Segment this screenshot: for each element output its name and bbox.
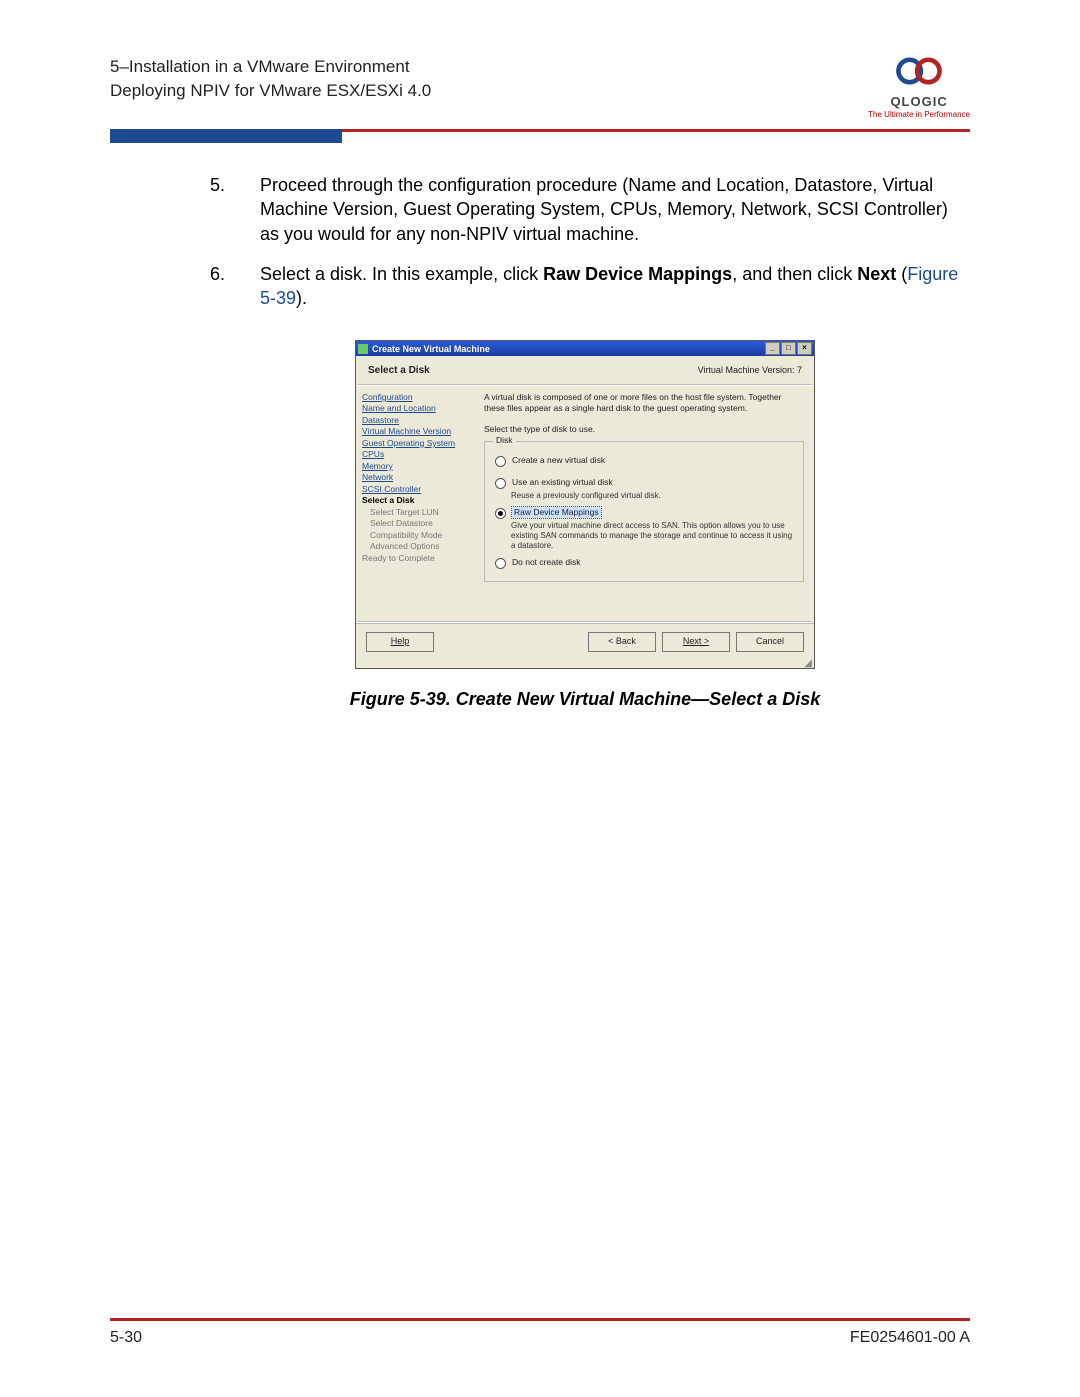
resize-grip-icon[interactable]: ◢	[356, 660, 814, 668]
step-5-text: Proceed through the configuration proced…	[260, 173, 960, 246]
nav-vm-version[interactable]: Virtual Machine Version	[362, 426, 474, 437]
figure-caption: Figure 5-39. Create New Virtual Machine—…	[210, 687, 960, 711]
nav-select-datastore: Select Datastore	[362, 518, 474, 529]
option-use-existing-label: Use an existing virtual disk	[512, 477, 613, 488]
nav-memory[interactable]: Memory	[362, 461, 474, 472]
header-line-1: 5–Installation in a VMware Environment	[110, 55, 431, 79]
radio-icon[interactable]	[495, 478, 506, 489]
option-no-disk[interactable]: Do not create disk	[495, 557, 793, 569]
logo: QLOGIC The Ultimate in Performance	[868, 55, 970, 119]
step-6-post1: (	[896, 264, 907, 284]
nav-datastore[interactable]: Datastore	[362, 415, 474, 426]
window-icon	[358, 344, 368, 354]
option-create-new[interactable]: Create a new virtual disk	[495, 455, 793, 467]
step-6-text: Select a disk. In this example, click Ra…	[260, 262, 960, 311]
radio-icon[interactable]	[495, 508, 506, 519]
wizard-nav: Configuration Name and Location Datastor…	[356, 386, 480, 621]
option-rdm-label: Raw Device Mappings	[512, 507, 601, 518]
nav-compat-mode: Compatibility Mode	[362, 530, 474, 541]
step-6-post2: ).	[296, 288, 307, 308]
page-header: 5–Installation in a VMware Environment D…	[110, 55, 431, 103]
step-6-mid: , and then click	[732, 264, 857, 284]
wizard-step-title: Select a Disk	[368, 364, 430, 378]
group-title: Disk	[493, 435, 516, 446]
panel-description: A virtual disk is composed of one or mor…	[484, 392, 804, 414]
window-titlebar[interactable]: Create New Virtual Machine _ □ ×	[356, 341, 814, 356]
nav-cpus[interactable]: CPUs	[362, 449, 474, 460]
logo-tagline: The Ultimate in Performance	[868, 110, 970, 119]
option-rdm[interactable]: Raw Device Mappings	[495, 507, 793, 519]
logo-name: QLOGIC	[868, 94, 970, 109]
cancel-button[interactable]: Cancel	[736, 632, 804, 652]
help-button[interactable]: Help	[366, 632, 434, 652]
option-use-existing[interactable]: Use an existing virtual disk	[495, 477, 793, 489]
option-rdm-sub: Give your virtual machine direct access …	[511, 521, 793, 551]
step-6-bold2: Next	[857, 264, 896, 284]
option-no-disk-label: Do not create disk	[512, 557, 581, 568]
nav-scsi[interactable]: SCSI Controller	[362, 484, 474, 495]
nav-select-disk[interactable]: Select a Disk	[362, 495, 414, 505]
nav-network[interactable]: Network	[362, 472, 474, 483]
close-button[interactable]: ×	[797, 342, 812, 355]
maximize-button[interactable]: □	[781, 342, 796, 355]
nav-configuration[interactable]: Configuration	[362, 392, 474, 403]
window-title: Create New Virtual Machine	[372, 343, 490, 355]
step-5-number: 5.	[210, 173, 260, 246]
header-line-2: Deploying NPIV for VMware ESX/ESXi 4.0	[110, 79, 431, 103]
nav-ready: Ready to Complete	[362, 553, 474, 564]
option-create-new-label: Create a new virtual disk	[512, 455, 605, 466]
step-6-pre: Select a disk. In this example, click	[260, 264, 543, 284]
radio-icon[interactable]	[495, 456, 506, 467]
vm-version-label: Virtual Machine Version: 7	[698, 364, 802, 378]
option-use-existing-sub: Reuse a previously configured virtual di…	[511, 491, 793, 501]
next-button[interactable]: Next >	[662, 632, 730, 652]
panel-prompt: Select the type of disk to use.	[484, 424, 804, 435]
nav-name-location[interactable]: Name and Location	[362, 403, 474, 414]
qlogic-logo-icon	[891, 55, 947, 87]
nav-advanced: Advanced Options	[362, 541, 474, 552]
page-footer: 5-30 FE0254601-00 A	[110, 1312, 970, 1347]
step-6-number: 6.	[210, 262, 260, 311]
nav-guest-os[interactable]: Guest Operating System	[362, 438, 474, 449]
radio-icon[interactable]	[495, 558, 506, 569]
step-6-bold1: Raw Device Mappings	[543, 264, 732, 284]
minimize-button[interactable]: _	[765, 342, 780, 355]
dialog-window: Create New Virtual Machine _ □ × Select …	[355, 340, 815, 669]
screenshot-figure: Create New Virtual Machine _ □ × Select …	[355, 340, 815, 669]
page-number: 5-30	[110, 1329, 142, 1347]
nav-select-lun: Select Target LUN	[362, 507, 474, 518]
back-button[interactable]: < Back	[588, 632, 656, 652]
disk-group: Disk Create a new virtual disk Use an ex…	[484, 441, 804, 582]
doc-number: FE0254601-00 A	[850, 1329, 970, 1347]
